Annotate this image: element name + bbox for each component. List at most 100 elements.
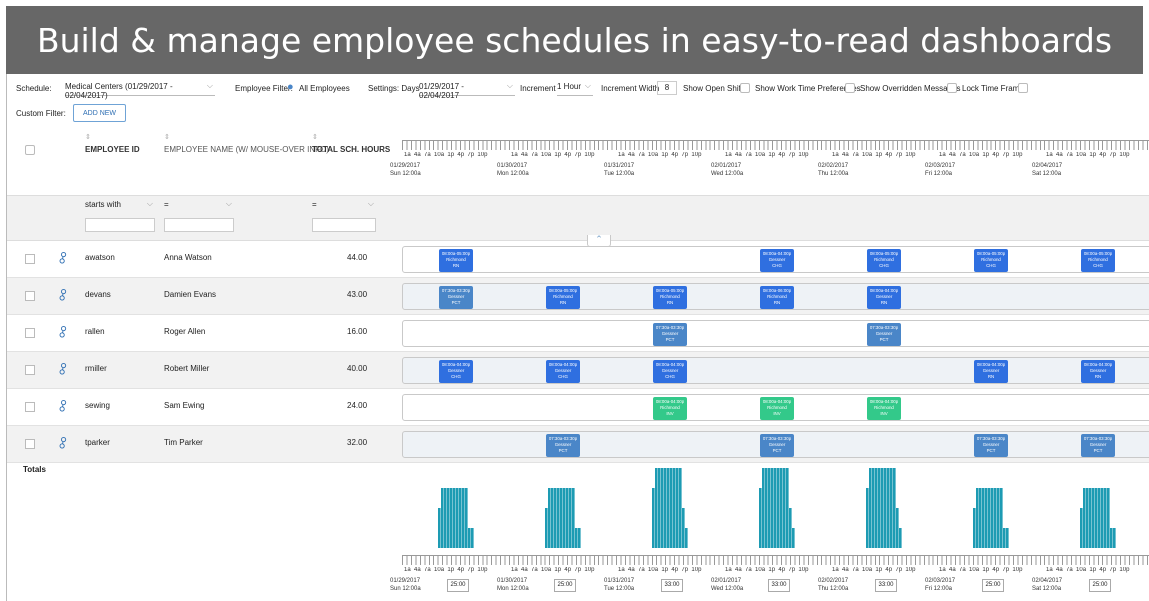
shift-block[interactable]: 08:00a-04:00p Richmond INV [867, 397, 901, 420]
employee-name[interactable]: Roger Allen [164, 327, 205, 336]
employee-id: tparker [85, 438, 110, 447]
add-new-filter-button[interactable]: ADD NEW [73, 104, 126, 122]
shift-block[interactable]: 07:30a-03:30p Gessner PCT [974, 434, 1008, 457]
total-hours: 43.00 [347, 290, 368, 299]
link-icon[interactable]: ☍ [54, 323, 72, 341]
shift-block[interactable]: 08:00a-05:00p Richmond RN [439, 249, 473, 272]
link-icon[interactable]: ☍ [54, 434, 72, 452]
shift-block[interactable]: 08:00a-04:00p Richmond INV [653, 397, 687, 420]
histogram-bar [976, 488, 979, 548]
row-checkbox[interactable] [25, 328, 35, 338]
shift-block[interactable]: 08:00a-04:00p Gessner RN [974, 360, 1008, 383]
shift-block[interactable]: 08:00a-04:00p Gessner CHG [760, 249, 794, 272]
increment-width-input[interactable]: 8 [657, 81, 677, 95]
row-checkbox[interactable] [25, 254, 35, 264]
shift-block[interactable]: 08:00a-04:00p Richmond INV [760, 397, 794, 420]
histogram-bar [1104, 488, 1107, 548]
histogram-bar [991, 488, 994, 548]
employee-name[interactable]: Sam Ewing [164, 401, 204, 410]
shift-block[interactable]: 08:00a-04:00p Gessner CHG [653, 360, 687, 383]
histogram-bar [890, 468, 893, 548]
histogram-bar [979, 488, 982, 548]
ruler-hour-labels: 1a 4a 7a 10a 1p 4p 7p 10p [1046, 152, 1130, 158]
link-icon[interactable]: ☍ [54, 360, 72, 378]
ruler-hour-labels: 1a 4a 7a 10a 1p 4p 7p 10p [725, 152, 809, 158]
employee-name[interactable]: Tim Parker [164, 438, 203, 447]
histogram-bar [1000, 488, 1003, 548]
shift-block[interactable]: 08:00a-05:00p Richmond CHG [867, 249, 901, 272]
ruler-day-label: 02/04/2017 Sat 12:00a [1032, 578, 1063, 592]
table-row: ☍ devans Damien Evans 43.00 07:30a-03:30p Ges… [7, 278, 1149, 315]
histogram-bar [997, 488, 1000, 548]
ruler-day-label: 02/03/2017 Fri 12:00a [925, 578, 956, 592]
shift-block[interactable]: 08:00a-04:00p Gessner RN [1081, 360, 1115, 383]
shift-block[interactable]: 08:00a-05:00p Richmond RN [653, 286, 687, 309]
histogram-bar [1080, 508, 1083, 548]
shift-block[interactable]: 08:00a-05:00p Richmond CHG [974, 249, 1008, 272]
show-open-shifts-checkbox[interactable] [740, 83, 750, 93]
shift-block[interactable]: 07:30a-03:30p Gessner PCT [760, 434, 794, 457]
shift-block[interactable]: 08:00a-05:00p Richmond CHG [1081, 249, 1115, 272]
name-filter-operator[interactable]: = [164, 199, 234, 214]
days-select[interactable]: 01/29/2017 - 02/04/2017 [419, 81, 515, 100]
row-checkbox[interactable] [25, 402, 35, 412]
hours-filter-input[interactable] [312, 218, 376, 232]
row-checkbox[interactable] [25, 439, 35, 449]
lock-time-frame-checkbox[interactable] [1018, 83, 1028, 93]
histogram-bar [441, 488, 444, 548]
row-checkbox[interactable] [25, 365, 35, 375]
histogram-bar [1003, 528, 1006, 548]
histogram-bar [459, 488, 462, 548]
shift-block[interactable]: 08:00a-04:00p Gessner CHG [546, 360, 580, 383]
employee-filter-value[interactable]: All Employees [299, 84, 350, 93]
shift-block[interactable]: 07:30a-03:30p Gessner PCT [546, 434, 580, 457]
employee-name[interactable]: Damien Evans [164, 290, 216, 299]
employee-id: sewing [85, 401, 110, 410]
histogram-bar [557, 488, 560, 548]
histogram-bar [450, 488, 453, 548]
link-icon[interactable]: ☍ [54, 397, 72, 415]
custom-filter-label: Custom Filter: [16, 109, 66, 118]
timeline-ruler-bottom: 1a 4a 7a 10a 1p 4p 7p 10p 01/29/2017 Sun 1… [7, 555, 1149, 595]
show-work-time-prefs-checkbox[interactable] [845, 83, 855, 93]
id-filter-operator[interactable]: starts with [85, 199, 155, 214]
employee-name[interactable]: Robert Miller [164, 364, 209, 373]
histogram-bar [554, 488, 557, 548]
shift-block[interactable]: 07:30a-03:30p Gessner PCT [1081, 434, 1115, 457]
shift-block[interactable]: 07:30a-03:30p Gessner PCT [439, 286, 473, 309]
histogram-bar [1089, 488, 1092, 548]
shift-block[interactable]: 08:00a-04:00p Gessner CHG [439, 360, 473, 383]
histogram-bar [875, 468, 878, 548]
total-hours: 32.00 [347, 438, 368, 447]
schedule-label: Schedule: [16, 84, 52, 93]
histogram-bar [560, 488, 563, 548]
increment-select[interactable]: 1 Hour [557, 81, 593, 96]
show-overridden-checkbox[interactable] [947, 83, 957, 93]
histogram-bar [887, 468, 890, 548]
name-filter-input[interactable] [164, 218, 234, 232]
table-row: ☍ awatson Anna Watson 44.00 08:00a-05:00p Ric… [7, 241, 1149, 278]
link-icon[interactable]: ☍ [54, 249, 72, 267]
shift-block[interactable]: 08:00a-04:00p Gessner RN [867, 286, 901, 309]
shift-block[interactable]: 08:00a-05:00p Richmond RN [546, 286, 580, 309]
hours-filter-operator[interactable]: = [312, 199, 376, 214]
histogram-bar [899, 528, 902, 548]
id-filter-input[interactable] [85, 218, 155, 232]
shift-block[interactable]: 07:30a-03:30p Gessner PCT [867, 323, 901, 346]
histogram-bar [985, 488, 988, 548]
shift-block[interactable]: 08:00a-06:00p Richmond RN [760, 286, 794, 309]
ruler-day-label: 02/02/2017 Thu 12:00a [818, 163, 849, 177]
row-checkbox[interactable] [25, 291, 35, 301]
schedule-select[interactable]: Medical Centers (01/29/2017 - 02/04/2017… [65, 81, 215, 100]
employee-name[interactable]: Anna Watson [164, 253, 212, 262]
shift-block[interactable]: 07:30a-03:30p Gessner PCT [653, 323, 687, 346]
histogram-bar [578, 528, 581, 548]
schedule-lane: 08:00a-04:00p Gessner CHG 08:00a-04:00p Gess… [402, 357, 1149, 384]
histogram-bar [988, 488, 991, 548]
histogram-bar [878, 468, 881, 548]
histogram-bar [551, 488, 554, 548]
schedule-dashboard: Schedule: Medical Centers (01/29/2017 - … [6, 74, 1149, 601]
link-icon[interactable]: ☍ [54, 286, 72, 304]
ruler-day-label: 01/29/2017 Sun 12:00a [390, 163, 421, 177]
ruler-hour-labels: 1a 4a 7a 10a 1p 4p 7p 10p [939, 567, 1023, 573]
